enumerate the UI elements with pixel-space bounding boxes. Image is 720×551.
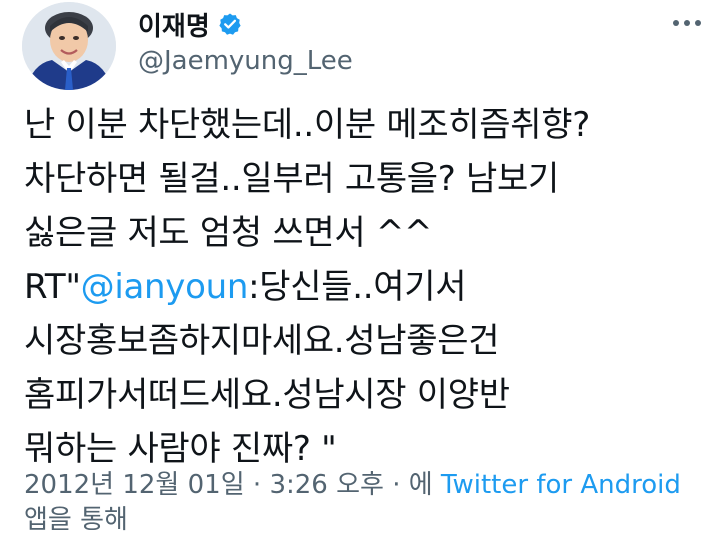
meta-separator: · — [383, 470, 409, 500]
meta-separator: · — [244, 470, 270, 500]
source-link[interactable]: Twitter for Android — [441, 470, 681, 500]
verified-badge-icon — [218, 12, 242, 36]
profile-photo — [22, 2, 116, 90]
author-handle[interactable]: @Jaemyung_Lee — [138, 46, 353, 76]
tweet-metadata: 2012년 12월 01일 · 3:26 오후 · 에 Twitter for … — [24, 468, 714, 502]
tweet-card: 이재명 @Jaemyung_Lee 난 이분 차단했는데..이분 메조히즘취향?… — [0, 0, 720, 551]
via-prefix: 에 — [408, 470, 441, 500]
tweet-date[interactable]: 2012년 12월 01일 — [24, 470, 245, 500]
author-name-row[interactable]: 이재명 — [138, 4, 242, 44]
tweet-text: 난 이분 차단했는데..이분 메조히즘취향? 차단하면 될걸..일부러 고통을?… — [24, 98, 714, 476]
author-avatar[interactable] — [22, 2, 116, 90]
tweet-time[interactable]: 3:26 오후 — [269, 470, 384, 500]
via-suffix: 앱을 통해 — [24, 505, 128, 535]
mention-link[interactable]: @ianyoun — [81, 267, 249, 307]
more-options-icon[interactable] — [670, 8, 704, 38]
tweet-header: 이재명 @Jaemyung_Lee — [0, 0, 720, 95]
author-display-name[interactable]: 이재명 — [138, 6, 210, 43]
